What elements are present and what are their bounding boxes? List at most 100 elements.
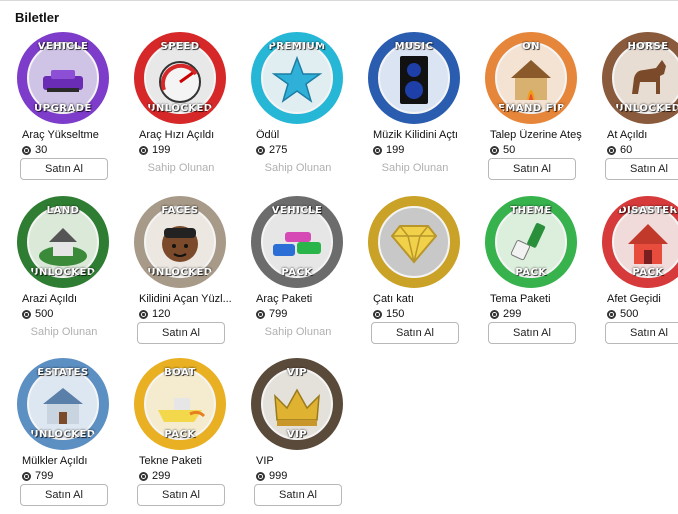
pass-name[interactable]: Çatı katı [373, 293, 478, 305]
robux-icon [139, 309, 148, 319]
pass-badge-image[interactable]: BOAT PACK [134, 358, 226, 450]
pass-badge-image[interactable]: THEME PACK [485, 196, 577, 288]
pass-name[interactable]: Afet Geçidi [607, 293, 678, 305]
pass-badge-image[interactable]: ESTATES UNLOCKED [17, 358, 109, 450]
pass-name[interactable]: VIP [256, 455, 361, 467]
land-house-icon [39, 228, 87, 266]
buy-button[interactable]: Satın Al [254, 484, 342, 506]
price-value: 799 [269, 308, 288, 320]
pass-price: 60 [607, 144, 632, 156]
price-value: 275 [269, 144, 288, 156]
pass-name[interactable]: Tema Paketi [490, 293, 595, 305]
pass-badge-image[interactable]: ON DEMAND FIRE [485, 32, 577, 124]
pass-badge-image[interactable]: HORSE UNLOCKED [602, 32, 678, 124]
robux-icon [490, 309, 499, 319]
badge-bottom-text: UPGRADE [34, 103, 92, 114]
pass-card: VEHICLE UPGRADE Araç Yükseltme 30 Satın Al [17, 32, 127, 182]
pass-card: MUSIC Müzik Kilidini Açtı 199 Sahip Olunan [368, 32, 478, 182]
buy-button[interactable]: Satın Al [137, 484, 225, 506]
badge-top-text: ON [522, 41, 540, 52]
badge-top-text: ESTATES [37, 367, 89, 378]
robux-icon [139, 145, 148, 155]
buy-button[interactable]: Satın Al [20, 484, 108, 506]
robux-icon [22, 309, 31, 319]
pass-name[interactable]: Ödül [256, 129, 361, 141]
pass-badge-image[interactable] [368, 196, 460, 288]
pass-badge-image[interactable]: VEHICLE UPGRADE [17, 32, 109, 124]
buy-button[interactable]: Satın Al [605, 158, 678, 180]
robux-icon [373, 309, 382, 319]
pass-card: HORSE UNLOCKED At Açıldı 60 Satın Al [602, 32, 678, 182]
badge-top-text: VIP [286, 367, 308, 378]
badge-bottom-text: VIP [286, 429, 308, 440]
pass-name[interactable]: Müzik Kilidini Açtı [373, 129, 478, 141]
badge-bottom-text: PACK [515, 267, 547, 278]
pass-badge-image[interactable]: MUSIC [368, 32, 460, 124]
pass-price: 999 [256, 470, 287, 482]
pass-price: 50 [490, 144, 515, 156]
pass-price: 150 [373, 308, 404, 320]
badge-top-text: VEHICLE [37, 41, 89, 52]
pass-badge-image[interactable]: VIP VIP [251, 358, 343, 450]
pass-price: 299 [490, 308, 521, 320]
owned-label: Sahip Olunan [30, 326, 98, 338]
pass-card: VEHICLE PACK Araç Paketi 799 Sahip Olunan [251, 196, 361, 346]
crown-icon [274, 388, 320, 426]
pass-card: BOAT PACK Tekne Paketi 299 Satın Al [134, 358, 244, 508]
price-value: 150 [386, 308, 405, 320]
price-value: 199 [386, 144, 405, 156]
price-value: 199 [152, 144, 171, 156]
price-value: 60 [620, 144, 633, 156]
pass-name[interactable]: Araç Hızı Açıldı [139, 129, 244, 141]
owned-label: Sahip Olunan [381, 162, 449, 174]
pass-badge-image[interactable]: VEHICLE PACK [251, 196, 343, 288]
pass-name[interactable]: Mülkler Açıldı [22, 455, 127, 467]
badge-top-text: VEHICLE [271, 205, 323, 216]
pass-card: DISASTER PACK Afet Geçidi 500 Satın Al [602, 196, 678, 346]
badge-bottom-text: UNLOCKED [30, 429, 96, 440]
badge-top-text: BOAT [164, 367, 196, 378]
price-value: 299 [152, 470, 171, 482]
pass-name[interactable]: Tekne Paketi [139, 455, 244, 467]
pass-price: 199 [373, 144, 404, 156]
buy-button[interactable]: Satın Al [488, 158, 576, 180]
badge-top-text: FACES [161, 205, 199, 216]
badge-top-text: DISASTER [618, 205, 678, 216]
pass-name[interactable]: Kilidini Açan Yüzl... [139, 293, 244, 305]
price-value: 500 [35, 308, 54, 320]
pass-name[interactable]: Arazi Açıldı [22, 293, 127, 305]
buy-button[interactable]: Satın Al [488, 322, 576, 344]
badge-bottom-text: DEMAND FIRE [489, 103, 573, 114]
pass-name[interactable]: Araç Yükseltme [22, 129, 127, 141]
star-icon [271, 55, 323, 103]
pass-price: 299 [139, 470, 170, 482]
badge-bottom-text: UNLOCKED [615, 103, 678, 114]
robux-icon [256, 145, 265, 155]
robux-icon [139, 471, 148, 481]
pass-card: ON DEMAND FIRE Talep Üzerine Ateş 50 Satın A… [485, 32, 595, 182]
pass-card: VIP VIP VIP 999 Satın Al [251, 358, 361, 508]
buy-button[interactable]: Satın Al [137, 322, 225, 344]
robux-icon [373, 145, 382, 155]
pass-badge-image[interactable]: LAND UNLOCKED [17, 196, 109, 288]
badge-bottom-text: UNLOCKED [30, 267, 96, 278]
buy-button[interactable]: Satın Al [605, 322, 678, 344]
price-value: 30 [35, 144, 48, 156]
owned-label: Sahip Olunan [147, 162, 215, 174]
pass-badge-image[interactable]: SPEED UNLOCKED [134, 32, 226, 124]
pass-price: 275 [256, 144, 287, 156]
pass-badge-image[interactable]: FACES UNLOCKED [134, 196, 226, 288]
pass-card: ESTATES UNLOCKED Mülkler Açıldı 799 Satın Al [17, 358, 127, 508]
robux-icon [22, 471, 31, 481]
pass-badge-image[interactable]: DISASTER PACK [602, 196, 678, 288]
boat-icon [158, 398, 206, 422]
pass-name[interactable]: Araç Paketi [256, 293, 361, 305]
pass-name[interactable]: At Açıldı [607, 129, 678, 141]
badge-top-text: MUSIC [394, 41, 434, 52]
badge-bottom-text: UNLOCKED [147, 267, 213, 278]
pass-badge-image[interactable]: PREMIUM [251, 32, 343, 124]
pass-name[interactable]: Talep Üzerine Ateş [490, 129, 595, 141]
buy-button[interactable]: Satın Al [371, 322, 459, 344]
badge-top-text: LAND [46, 205, 80, 216]
buy-button[interactable]: Satın Al [20, 158, 108, 180]
